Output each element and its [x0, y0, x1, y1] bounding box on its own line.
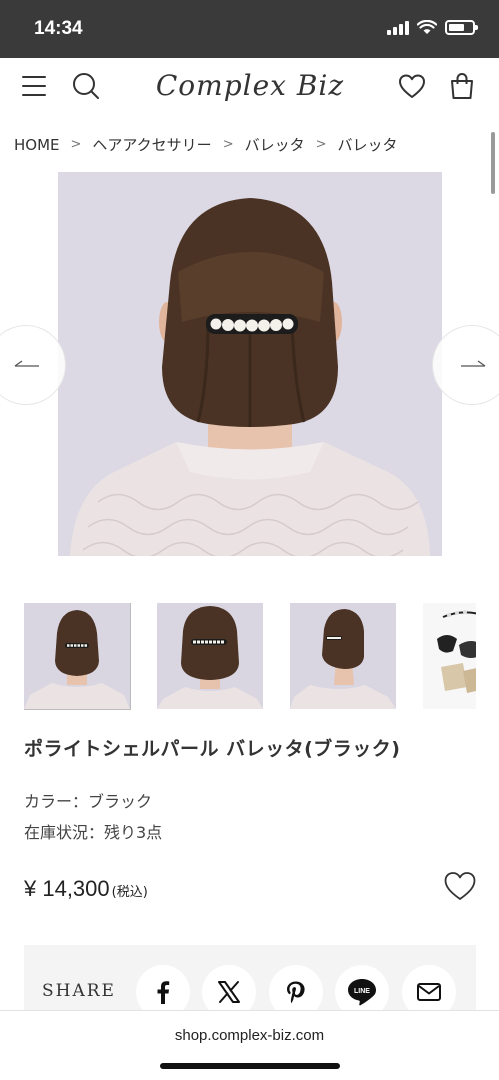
status-icons: [387, 20, 478, 35]
mail-icon: [417, 983, 441, 1001]
facebook-icon: [157, 981, 170, 1004]
price-value: ¥ 14,300: [24, 876, 110, 901]
model-back-photo: [58, 172, 442, 556]
shopping-bag-icon[interactable]: [444, 68, 480, 104]
x-icon: [218, 981, 240, 1003]
gallery-prev-button[interactable]: [0, 325, 66, 405]
hamburger-menu-icon[interactable]: [16, 68, 52, 104]
line-icon-text: LINE: [354, 988, 370, 995]
thumbnail-2[interactable]: [157, 603, 263, 709]
product-price: ¥ 14,300 (税込): [24, 876, 148, 902]
cellular-signal-icon: [387, 20, 409, 35]
status-time: 14:34: [34, 18, 83, 39]
tax-note: (税込): [111, 885, 148, 900]
gallery-next-button[interactable]: [432, 325, 499, 405]
status-bar: 14:34: [0, 0, 499, 58]
add-to-favorites-button[interactable]: [443, 870, 477, 904]
browser-url-text[interactable]: shop.complex-biz.com: [0, 1027, 499, 1044]
thumbnail-3[interactable]: [290, 603, 396, 709]
breadcrumb-barrette-current[interactable]: バレッタ: [338, 134, 398, 155]
product-stock-status: 在庫状況：残り3点: [24, 823, 163, 842]
search-icon[interactable]: [68, 68, 104, 104]
breadcrumb-home[interactable]: HOME: [14, 136, 60, 154]
breadcrumb-separator: >: [70, 137, 82, 152]
home-indicator[interactable]: [160, 1063, 340, 1069]
wifi-icon: [417, 20, 437, 34]
page-scrollbar[interactable]: [491, 132, 495, 194]
site-logo[interactable]: Complex Biz: [150, 62, 350, 108]
thumbnail-1[interactable]: [24, 603, 131, 710]
browser-url-bar[interactable]: shop.complex-biz.com: [0, 1010, 499, 1080]
arrow-left-icon: [14, 360, 39, 367]
share-label: SHARE: [42, 981, 116, 1001]
arrow-right-icon: [461, 360, 486, 367]
thumbnail-4[interactable]: [423, 603, 476, 709]
site-header: Complex Biz: [0, 58, 499, 112]
breadcrumb-separator: >: [315, 137, 327, 152]
breadcrumb-barrette-category[interactable]: バレッタ: [245, 134, 305, 155]
heart-outline-icon: [444, 872, 476, 900]
thumbnail-strip: [24, 603, 476, 711]
line-icon: LINE: [348, 979, 376, 1006]
breadcrumb-hair-accessories[interactable]: ヘアアクセサリー: [92, 134, 211, 155]
product-title: ポライトシェルパール バレッタ(ブラック): [24, 738, 401, 760]
breadcrumb: HOME > ヘアアクセサリー > バレッタ > バレッタ: [14, 134, 398, 155]
heart-icon[interactable]: [394, 68, 430, 104]
battery-icon: [445, 20, 478, 35]
breadcrumb-separator: >: [222, 137, 234, 152]
product-color: カラー：ブラック: [24, 792, 153, 811]
pinterest-icon: [287, 981, 305, 1004]
product-main-image[interactable]: [58, 172, 442, 556]
